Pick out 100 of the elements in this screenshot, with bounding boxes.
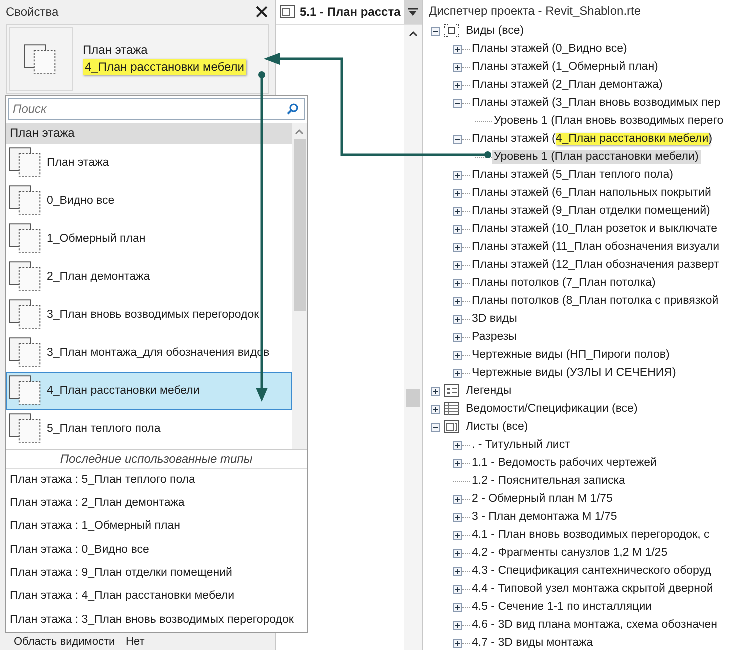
expand-toggle[interactable] <box>453 296 462 306</box>
type-option[interactable]: 0_Видно все <box>6 182 292 220</box>
tree-item[interactable]: 4.7 - 3D виды монтажа <box>470 636 596 650</box>
recent-type-option[interactable]: План этажа : 2_План демонтажа <box>6 492 307 516</box>
recent-type-option[interactable]: План этажа : 0_Видно все <box>6 538 307 562</box>
scrollbar[interactable] <box>292 122 307 448</box>
tree-item[interactable]: Виды (все) <box>464 24 526 38</box>
floor-plan-icon <box>9 261 43 292</box>
tree-item[interactable]: 2 - Обмерный план М 1/75 <box>470 492 615 506</box>
tree-item[interactable]: 4.2 - Фрагменты санузлов 1,2 М 1/25 <box>470 546 670 560</box>
recent-type-option[interactable]: План этажа : 4_План расстановки мебели <box>6 585 307 609</box>
tree-item[interactable]: 4.5 - Сечение 1-1 по инсталляции <box>470 600 654 614</box>
expand-toggle[interactable] <box>453 44 462 54</box>
legend-icon <box>444 384 460 398</box>
tree-item[interactable]: Планы потолков (8_План потолка с привязкой <box>470 294 721 308</box>
recent-type-option[interactable]: План этажа : 5_План теплого пола <box>6 468 307 492</box>
search-field[interactable]: Поиск <box>8 98 305 120</box>
scrollbar-thumb[interactable] <box>406 389 420 407</box>
tree-item[interactable]: Планы этажей (1_Обмерный план) <box>470 60 660 74</box>
tree-item[interactable]: 3D виды <box>470 312 520 326</box>
section-header: Последние использованные типы <box>6 448 307 468</box>
expand-toggle[interactable] <box>453 602 462 612</box>
view-tab[interactable]: 5.1 - План расста <box>300 5 404 19</box>
expand-toggle[interactable] <box>453 332 462 342</box>
type-option[interactable]: 5_План теплого пола <box>6 410 292 448</box>
tree-item[interactable]: Ведомости/Спецификации (все) <box>464 402 640 416</box>
expand-toggle[interactable] <box>453 566 462 576</box>
tree-item[interactable]: 4.6 - 3D вид плана монтажа, схема обозначен <box>470 618 720 632</box>
table-icon <box>444 402 460 416</box>
type-option[interactable]: 1_Обмерный план <box>6 220 292 258</box>
tree-item[interactable]: 1.2 - Пояснительная записка <box>470 474 628 488</box>
tree-item[interactable]: Планы этажей (12_План обозначения разверт <box>470 258 722 272</box>
tree-item[interactable]: Разрезы <box>470 330 519 344</box>
expand-toggle[interactable] <box>453 206 462 216</box>
tree-item[interactable]: Листы (все) <box>464 420 530 434</box>
tree-item[interactable]: Чертежные виды (НП_Пироги полов) <box>470 348 672 362</box>
tree-item[interactable]: 4.1 - План вновь возводимых перегородок, с <box>470 528 712 542</box>
expand-toggle[interactable] <box>453 242 462 252</box>
tree-item[interactable]: Планы этажей (6_План напольных покрытий <box>470 186 714 200</box>
scrollbar-thumb[interactable] <box>294 138 306 311</box>
expand-toggle[interactable] <box>453 458 462 468</box>
collapse-toggle[interactable] <box>453 134 462 144</box>
tree-item[interactable]: 4.3 - Спецификация сантехнического оборуд <box>470 564 714 578</box>
tree-item[interactable]: Планы этажей (3_План вновь возводимых пер <box>470 96 723 110</box>
expand-toggle[interactable] <box>453 350 462 360</box>
tree-item[interactable]: 3 - План демонтажа М 1/75 <box>470 510 620 524</box>
tree-item[interactable]: Легенды <box>464 384 514 398</box>
type-selector[interactable]: План этажа 4_План расстановки мебели <box>6 24 269 94</box>
chevron-up-icon[interactable] <box>408 31 418 37</box>
expand-toggle[interactable] <box>453 368 462 378</box>
tree-item[interactable]: Планы этажей (9_План отделки помещений) <box>470 204 712 218</box>
tree-item[interactable]: Уровень 1 (План расстановки мебели) <box>492 150 701 164</box>
tree-item[interactable]: Планы этажей (11_План обозначения визуали <box>470 240 722 254</box>
property-name: Область видимости <box>14 636 116 649</box>
expand-toggle[interactable] <box>453 80 462 90</box>
expand-toggle[interactable] <box>453 170 462 180</box>
expand-toggle[interactable] <box>453 314 462 324</box>
property-value: Нет <box>126 636 145 649</box>
expand-toggle[interactable] <box>431 404 440 414</box>
tree-item[interactable]: Планы этажей (0_Видно все) <box>470 42 630 56</box>
expand-toggle[interactable] <box>453 224 462 234</box>
expand-toggle[interactable] <box>453 260 462 270</box>
expand-toggle[interactable] <box>453 548 462 558</box>
recent-type-option[interactable]: План этажа : 9_План отделки помещений <box>6 562 307 586</box>
floor-plan-icon <box>9 147 43 178</box>
tree-item[interactable]: Планы потолков (7_План потолка) <box>470 276 658 290</box>
expand-toggle[interactable] <box>453 188 462 198</box>
expand-toggle[interactable] <box>453 512 462 522</box>
expand-toggle[interactable] <box>453 530 462 540</box>
expand-toggle[interactable] <box>453 278 462 288</box>
expand-toggle[interactable] <box>431 386 440 396</box>
tree-item[interactable]: Чертежные виды (УЗЛЫ И СЕЧЕНИЯ) <box>470 366 678 380</box>
type-option[interactable]: 3_План вновь возводимых перегородок <box>6 296 292 334</box>
floor-plan-icon <box>9 375 43 406</box>
collapse-toggle[interactable] <box>431 422 440 432</box>
expand-toggle[interactable] <box>453 620 462 630</box>
expand-toggle[interactable] <box>453 62 462 72</box>
tree-item[interactable]: 1.1 - Ведомость рабочих чертежей <box>470 456 659 470</box>
family-name: План этажа <box>83 43 149 57</box>
tree-item[interactable]: Уровень 1 (План вновь возводимых перего <box>492 114 726 128</box>
expand-toggle[interactable] <box>453 440 462 450</box>
type-option[interactable]: 2_План демонтажа <box>6 258 292 296</box>
expand-toggle[interactable] <box>453 638 462 648</box>
tree-item[interactable]: Планы этажей (5_План теплого пола) <box>470 168 676 182</box>
tree-item[interactable]: 4.4 - Типовой узел монтажа скрытой дверной <box>470 582 716 596</box>
tree-item[interactable]: . - Титульный лист <box>470 438 572 452</box>
collapse-toggle[interactable] <box>453 98 462 108</box>
expand-toggle[interactable] <box>453 584 462 594</box>
recent-type-option[interactable]: План этажа : 1_Обмерный план <box>6 515 307 539</box>
tab-menu-button[interactable] <box>404 0 422 24</box>
tree-item[interactable]: Планы этажей (2_План демонтажа) <box>470 78 665 92</box>
close-icon[interactable] <box>255 5 269 19</box>
search-icon <box>287 103 299 115</box>
type-option[interactable]: План этажа <box>6 144 292 182</box>
scrollbar[interactable] <box>404 25 422 650</box>
collapse-toggle[interactable] <box>431 26 440 36</box>
type-option[interactable]: 4_План расстановки мебели <box>6 372 292 410</box>
recent-type-option[interactable]: План этажа : 3_План вновь возводимых перегородок <box>6 608 307 632</box>
tree-item[interactable]: Планы этажей (10_План розеток и выключате <box>470 222 720 236</box>
expand-toggle[interactable] <box>453 494 462 504</box>
